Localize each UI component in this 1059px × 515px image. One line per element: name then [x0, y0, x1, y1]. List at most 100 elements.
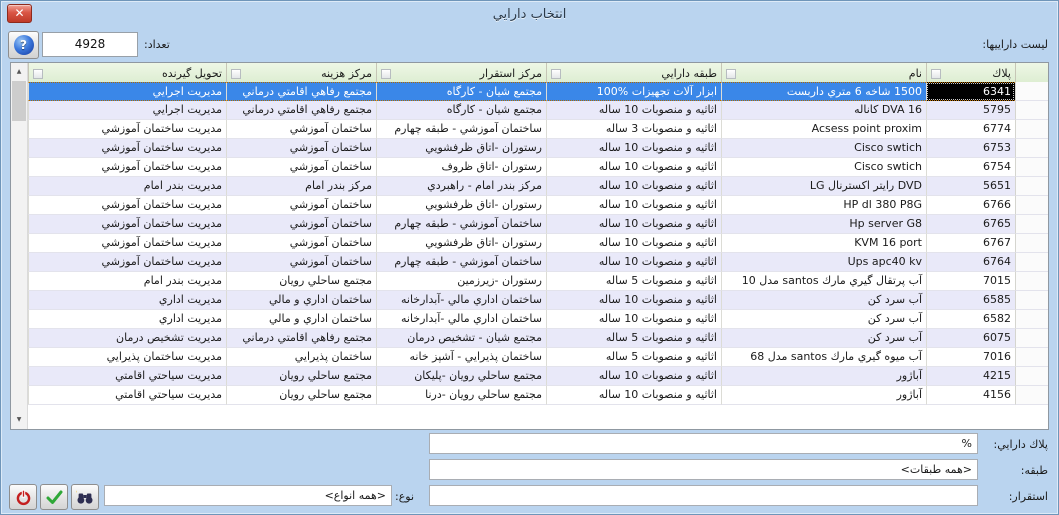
deployment-filter-input[interactable] — [429, 485, 978, 506]
cell-deploy[interactable]: مجتمع ساحلي رويان -درنا — [376, 386, 546, 405]
cell-receiver[interactable]: مديريت ساختمان آموزشي — [28, 139, 226, 158]
cell-name[interactable]: Hp server G8 — [721, 215, 926, 234]
cell-class[interactable]: اثاثيه و منصوبات 10 ساله — [546, 386, 721, 405]
cell-class[interactable]: ابزار آلات تجهيزات %100 — [546, 82, 721, 101]
cell-receiver[interactable]: مديريت اداري — [28, 310, 226, 329]
cell-cost[interactable]: ساختمان اداري و مالي — [226, 291, 376, 310]
row-indicator[interactable] — [1015, 234, 1048, 253]
cell-cost[interactable]: مجتمع رفاهي اقامتي درماني — [226, 82, 376, 101]
cell-plak[interactable]: 5651 — [926, 177, 1015, 196]
row-indicator[interactable] — [1015, 310, 1048, 329]
scrollbar-thumb[interactable] — [12, 81, 26, 121]
cell-cost[interactable]: مرکز بندر امام — [226, 177, 376, 196]
cell-cost[interactable]: ساختمان اداري و مالي — [226, 310, 376, 329]
cell-receiver[interactable]: مديريت ساختمان آموزشي — [28, 215, 226, 234]
cell-cost[interactable]: ساختمان آموزشي — [226, 253, 376, 272]
cell-name[interactable]: آباژور — [721, 386, 926, 405]
vertical-scrollbar[interactable]: ▲ ▼ — [11, 63, 28, 429]
row-indicator[interactable] — [1015, 348, 1048, 367]
cell-plak[interactable]: 6582 — [926, 310, 1015, 329]
cell-cost[interactable]: مجتمع ساحلي رويان — [226, 386, 376, 405]
cell-receiver[interactable]: مديريت سياحتي اقامتي — [28, 367, 226, 386]
cell-name[interactable]: KVM 16 port — [721, 234, 926, 253]
cell-class[interactable]: اثاثيه و منصوبات 10 ساله — [546, 158, 721, 177]
cell-plak[interactable]: 6766 — [926, 196, 1015, 215]
cell-name[interactable]: DVA 16 کاناله — [721, 101, 926, 120]
filter-checkbox-icon[interactable] — [726, 68, 736, 79]
cell-class[interactable]: اثاثيه و منصوبات 10 ساله — [546, 196, 721, 215]
cell-deploy[interactable]: مجتمع شيان - کارگاه — [376, 82, 546, 101]
row-indicator[interactable] — [1015, 139, 1048, 158]
filter-checkbox-icon[interactable] — [231, 68, 241, 79]
cell-cost[interactable]: ساختمان آموزشي — [226, 215, 376, 234]
row-indicator[interactable] — [1015, 82, 1048, 101]
type-filter-input[interactable] — [104, 485, 392, 506]
filter-checkbox-icon[interactable] — [551, 68, 561, 79]
help-button[interactable]: ? — [8, 31, 39, 59]
cell-class[interactable]: اثاثيه و منصوبات 10 ساله — [546, 177, 721, 196]
cell-receiver[interactable]: مديريت ساختمان آموزشي — [28, 234, 226, 253]
cell-deploy[interactable]: مجتمع شيان - تشخيص درمان — [376, 329, 546, 348]
row-indicator[interactable] — [1015, 367, 1048, 386]
cell-plak[interactable]: 7016 — [926, 348, 1015, 367]
row-indicator[interactable] — [1015, 291, 1048, 310]
cell-cost[interactable]: ساختمان آموزشي — [226, 158, 376, 177]
cell-deploy[interactable]: مجتمع شيان - کارگاه — [376, 101, 546, 120]
cell-deploy[interactable]: ساختمان اداري مالي -آبدارخانه — [376, 310, 546, 329]
scroll-up-icon[interactable]: ▲ — [11, 64, 27, 80]
cell-plak[interactable]: 7015 — [926, 272, 1015, 291]
row-indicator[interactable] — [1015, 158, 1048, 177]
cell-plak[interactable]: 6585 — [926, 291, 1015, 310]
cell-cost[interactable]: مجتمع ساحلي رويان — [226, 367, 376, 386]
cell-plak[interactable]: 6753 — [926, 139, 1015, 158]
cell-plak[interactable]: 6341 — [926, 82, 1015, 101]
cell-deploy[interactable]: مجتمع ساحلي رويان -پليکان — [376, 367, 546, 386]
row-indicator[interactable] — [1015, 329, 1048, 348]
cell-cost[interactable]: ساختمان آموزشي — [226, 196, 376, 215]
cell-deploy[interactable]: رستوران -اتاق ظرفشويي — [376, 139, 546, 158]
row-indicator[interactable] — [1015, 386, 1048, 405]
cell-receiver[interactable]: مديريت ساختمان آموزشي — [28, 120, 226, 139]
asset-plate-filter-input[interactable] — [429, 433, 978, 454]
row-indicator[interactable] — [1015, 120, 1048, 139]
cell-plak[interactable]: 6764 — [926, 253, 1015, 272]
cell-receiver[interactable]: مديريت بندر امام — [28, 177, 226, 196]
cell-class[interactable]: اثاثيه و منصوبات 5 ساله — [546, 348, 721, 367]
filter-checkbox-icon[interactable] — [381, 68, 391, 79]
cell-cost[interactable]: ساختمان پذيرايي — [226, 348, 376, 367]
cell-cost[interactable]: ساختمان آموزشي — [226, 234, 376, 253]
find-button[interactable]: ? — [71, 484, 99, 510]
row-indicator[interactable] — [1015, 215, 1048, 234]
row-indicator[interactable] — [1015, 177, 1048, 196]
cell-receiver[interactable]: مديريت اجرايي — [28, 82, 226, 101]
cell-name[interactable]: آب سرد کن — [721, 291, 926, 310]
cell-name[interactable]: آب سرد کن — [721, 329, 926, 348]
cell-deploy[interactable]: رستوران -اتاق ظروف — [376, 158, 546, 177]
ok-button[interactable] — [40, 484, 68, 510]
cell-class[interactable]: اثاثيه و منصوبات 5 ساله — [546, 329, 721, 348]
cell-class[interactable]: اثاثيه و منصوبات 10 ساله — [546, 215, 721, 234]
cell-receiver[interactable]: مديريت ساختمان آموزشي — [28, 158, 226, 177]
titlebar[interactable]: انتخاب دارايي ✕ — [1, 1, 1058, 29]
cell-name[interactable]: DVD رايتر اکسترنال LG — [721, 177, 926, 196]
cell-plak[interactable]: 5795 — [926, 101, 1015, 120]
cell-cost[interactable]: ساختمان آموزشي — [226, 139, 376, 158]
cell-name[interactable]: آب ميوه گيري مارك santos مدل 68 — [721, 348, 926, 367]
cell-deploy[interactable]: ساختمان آموزشي - طبقه چهارم — [376, 253, 546, 272]
cell-receiver[interactable]: مديريت بندر امام — [28, 272, 226, 291]
cell-name[interactable]: Ups apc40 kv — [721, 253, 926, 272]
row-indicator[interactable] — [1015, 196, 1048, 215]
cell-class[interactable]: اثاثيه و منصوبات 10 ساله — [546, 367, 721, 386]
cell-class[interactable]: اثاثيه و منصوبات 5 ساله — [546, 272, 721, 291]
cell-deploy[interactable]: مرکز بندر امام - راهبردي — [376, 177, 546, 196]
cell-cost[interactable]: مجتمع ساحلي رويان — [226, 272, 376, 291]
cell-name[interactable]: Cisco swtich — [721, 139, 926, 158]
cell-name[interactable]: آباژور — [721, 367, 926, 386]
cell-name[interactable]: HP dl 380 P8G — [721, 196, 926, 215]
cell-class[interactable]: اثاثيه و منصوبات 10 ساله — [546, 101, 721, 120]
cell-deploy[interactable]: رستوران -اتاق ظرفشويي — [376, 234, 546, 253]
cell-plak[interactable]: 6754 — [926, 158, 1015, 177]
cell-plak[interactable]: 6767 — [926, 234, 1015, 253]
cell-deploy[interactable]: رستوران -اتاق ظرفشويي — [376, 196, 546, 215]
cell-deploy[interactable]: رستوران -زيرزمين — [376, 272, 546, 291]
